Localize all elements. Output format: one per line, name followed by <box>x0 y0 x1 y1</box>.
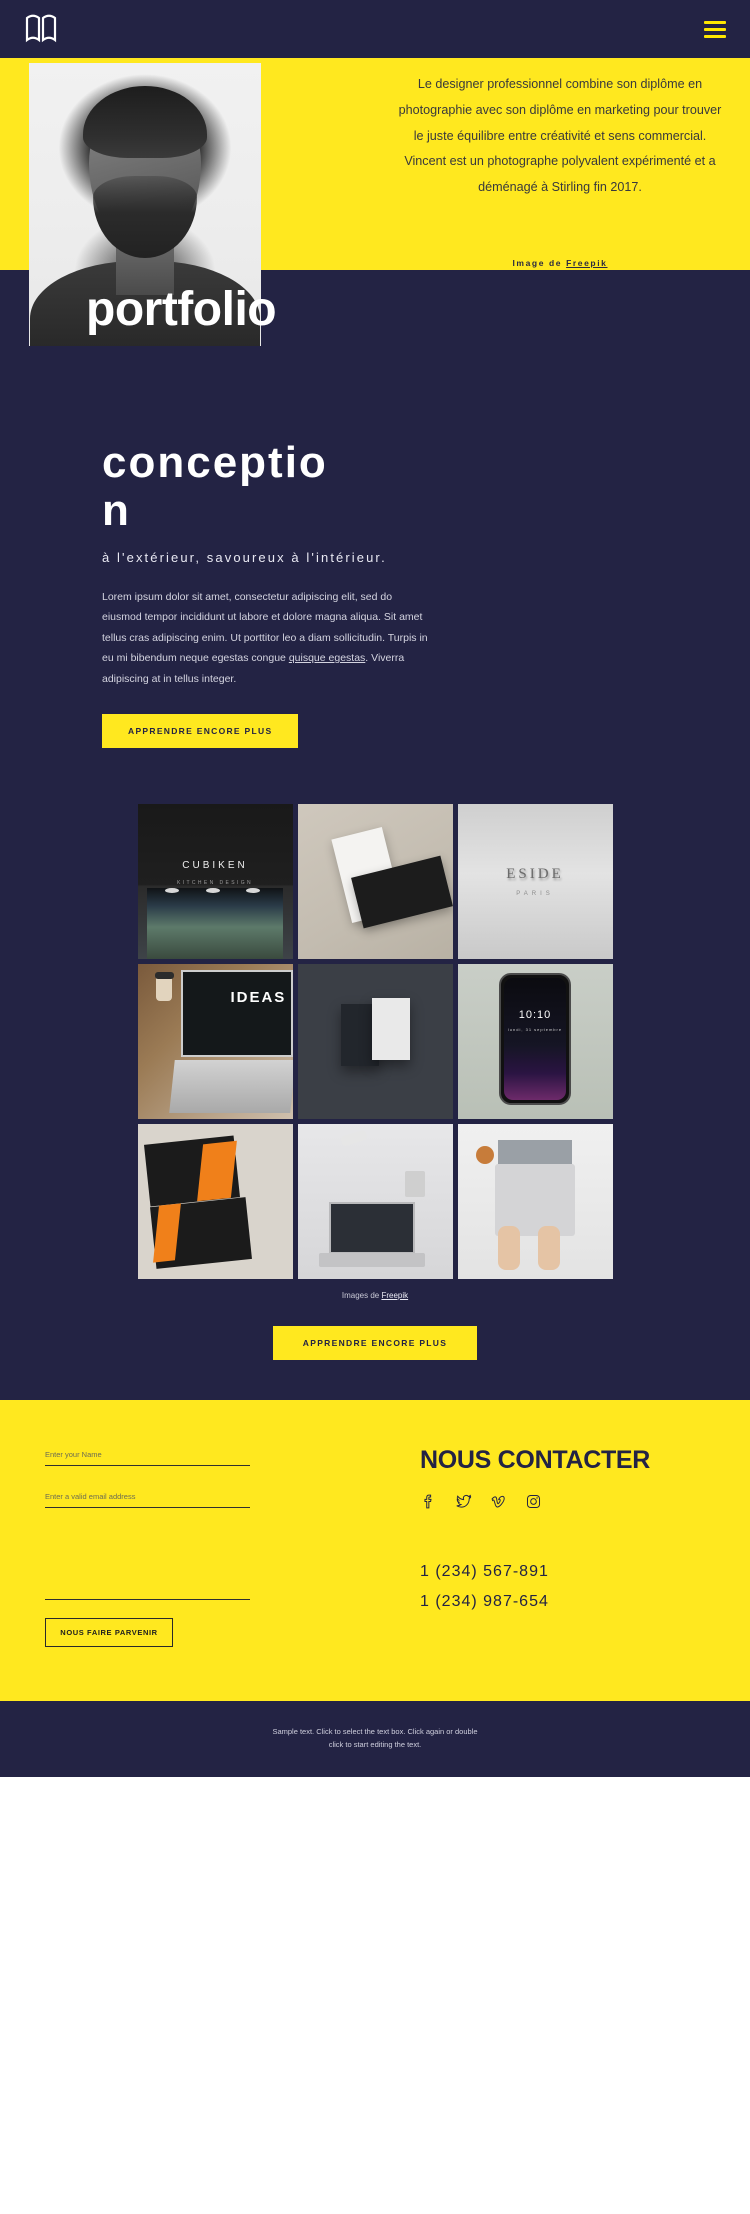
conception-title: conception <box>102 438 328 536</box>
social-links <box>420 1493 750 1515</box>
learn-more-button-gallery[interactable]: APPRENDRE ENCORE PLUS <box>272 1326 478 1361</box>
ceiling-lamp <box>165 887 180 893</box>
hero-image-credit: Image de Freepik <box>395 258 725 268</box>
laptop-screen <box>328 1201 416 1255</box>
phone-clock: 10:10 <box>518 1008 552 1021</box>
contact-form: NOUS FAIRE PARVENIR <box>0 1446 375 1648</box>
freepik-link[interactable]: Freepik <box>566 258 607 268</box>
gallery-item-business-cards-mockup[interactable] <box>297 804 453 960</box>
pencil-holder <box>404 1170 425 1197</box>
ceiling-lamp <box>205 887 220 893</box>
phone-number-1: 1 (234) 567-891 <box>420 1563 549 1581</box>
contact-heading: NOUS CONTACTER <box>420 1446 651 1475</box>
phone-date: lundi, 31 septembre <box>507 1026 563 1032</box>
orange-accent <box>196 1140 237 1201</box>
learn-more-button[interactable]: APPRENDRE ENCORE PLUS <box>102 714 299 749</box>
gallery-item-hands-on-laptop[interactable] <box>457 1124 613 1280</box>
contact-section: NOUS FAIRE PARVENIR NOUS CONTACTER 1 (23… <box>0 1400 750 1702</box>
coffee-cup-lid <box>154 971 174 979</box>
tile-brand-sub: PARIS <box>516 890 554 897</box>
tile-brand-name: CUBIKEN <box>182 859 248 871</box>
tile-brand-name: IDEAS <box>230 988 287 1006</box>
freepik-link[interactable]: Freepik <box>381 1291 408 1300</box>
gallery-item-eside-paris-logo[interactable]: ESIDE PARIS <box>457 804 613 960</box>
facebook-icon[interactable] <box>420 1493 437 1515</box>
hamburger-menu[interactable] <box>704 20 726 38</box>
portrait-beard <box>93 176 197 259</box>
desk-lamp <box>339 1129 368 1148</box>
credit-prefix: Images de <box>341 1291 382 1301</box>
gallery-item-dark-business-cards[interactable] <box>297 964 453 1120</box>
ceiling-lamp <box>246 887 260 893</box>
coffee-cup <box>156 976 173 1001</box>
tile-brand-sub: KITCHEN DESIGN <box>176 880 254 887</box>
portfolio-heading: portfolio <box>86 283 277 336</box>
gallery-cta: APPRENDRE ENCORE PLUS <box>0 1306 750 1401</box>
gallery-image-credit: Images de Freepik <box>0 1291 750 1300</box>
contact-info: NOUS CONTACTER 1 (234) 567-891 1 (234) 9… <box>375 1446 750 1647</box>
hamburger-bar <box>704 27 726 31</box>
gallery-section: CUBIKEN KITCHEN DESIGN ESIDE PARIS IDEAS <box>0 804 750 1307</box>
quisque-egestas-link[interactable]: quisque egestas <box>289 652 365 664</box>
laptop-keyboard <box>168 1060 293 1113</box>
tile-brand-name: ESIDE <box>506 866 564 883</box>
book-logo[interactable] <box>24 13 58 45</box>
gallery-item-orange-design-cards[interactable] <box>137 1124 293 1280</box>
message-textarea[interactable] <box>45 1530 250 1601</box>
phone-body: 10:10 lundi, 31 septembre <box>499 973 571 1106</box>
hamburger-bar <box>704 34 726 38</box>
donut <box>476 1145 495 1164</box>
conception-section: conception à l'extérieur, savoureux à l'… <box>0 383 750 805</box>
phone-screen <box>504 978 566 1101</box>
vimeo-icon[interactable] <box>490 1493 507 1515</box>
twitter-icon[interactable] <box>455 1493 472 1515</box>
gallery-grid: CUBIKEN KITCHEN DESIGN ESIDE PARIS IDEAS <box>137 804 613 1280</box>
email-input[interactable] <box>45 1488 250 1509</box>
gallery-item-cubiken-storefront[interactable]: CUBIKEN KITCHEN DESIGN <box>137 804 293 960</box>
hamburger-bar <box>704 20 726 24</box>
gallery-item-ideas-laptop[interactable]: IDEAS <box>137 964 293 1120</box>
gallery-item-desk-workspace[interactable] <box>297 1124 453 1280</box>
phone-number-2: 1 (234) 987-654 <box>420 1593 549 1611</box>
portrait-hair <box>83 85 207 158</box>
laptop-base <box>319 1252 425 1267</box>
instagram-icon[interactable] <box>525 1493 542 1515</box>
light-card-stack <box>371 998 410 1061</box>
right-hand <box>538 1225 561 1270</box>
laptop-screen <box>180 970 293 1058</box>
name-input[interactable] <box>45 1446 250 1467</box>
footer-line-1: Sample text. Click to select the text bo… <box>272 1727 478 1737</box>
conception-body: Lorem ipsum dolor sit amet, consectetur … <box>102 587 432 689</box>
site-header <box>0 0 750 58</box>
hero-paragraph: Le designer professionnel combine son di… <box>398 77 722 195</box>
page-root: Le designer professionnel combine son di… <box>0 0 750 1778</box>
credit-prefix: Image de <box>512 258 567 268</box>
site-footer: Sample text. Click to select the text bo… <box>0 1701 750 1778</box>
storefront-glass <box>146 887 284 960</box>
left-hand <box>497 1225 520 1270</box>
footer-line-2: click to start editing the text. <box>328 1740 422 1750</box>
gallery-item-smartphone-mockup[interactable]: 10:10 lundi, 31 septembre <box>457 964 613 1120</box>
conception-subtitle: à l'extérieur, savoureux à l'intérieur. <box>102 549 387 565</box>
submit-button[interactable]: NOUS FAIRE PARVENIR <box>45 1618 173 1648</box>
